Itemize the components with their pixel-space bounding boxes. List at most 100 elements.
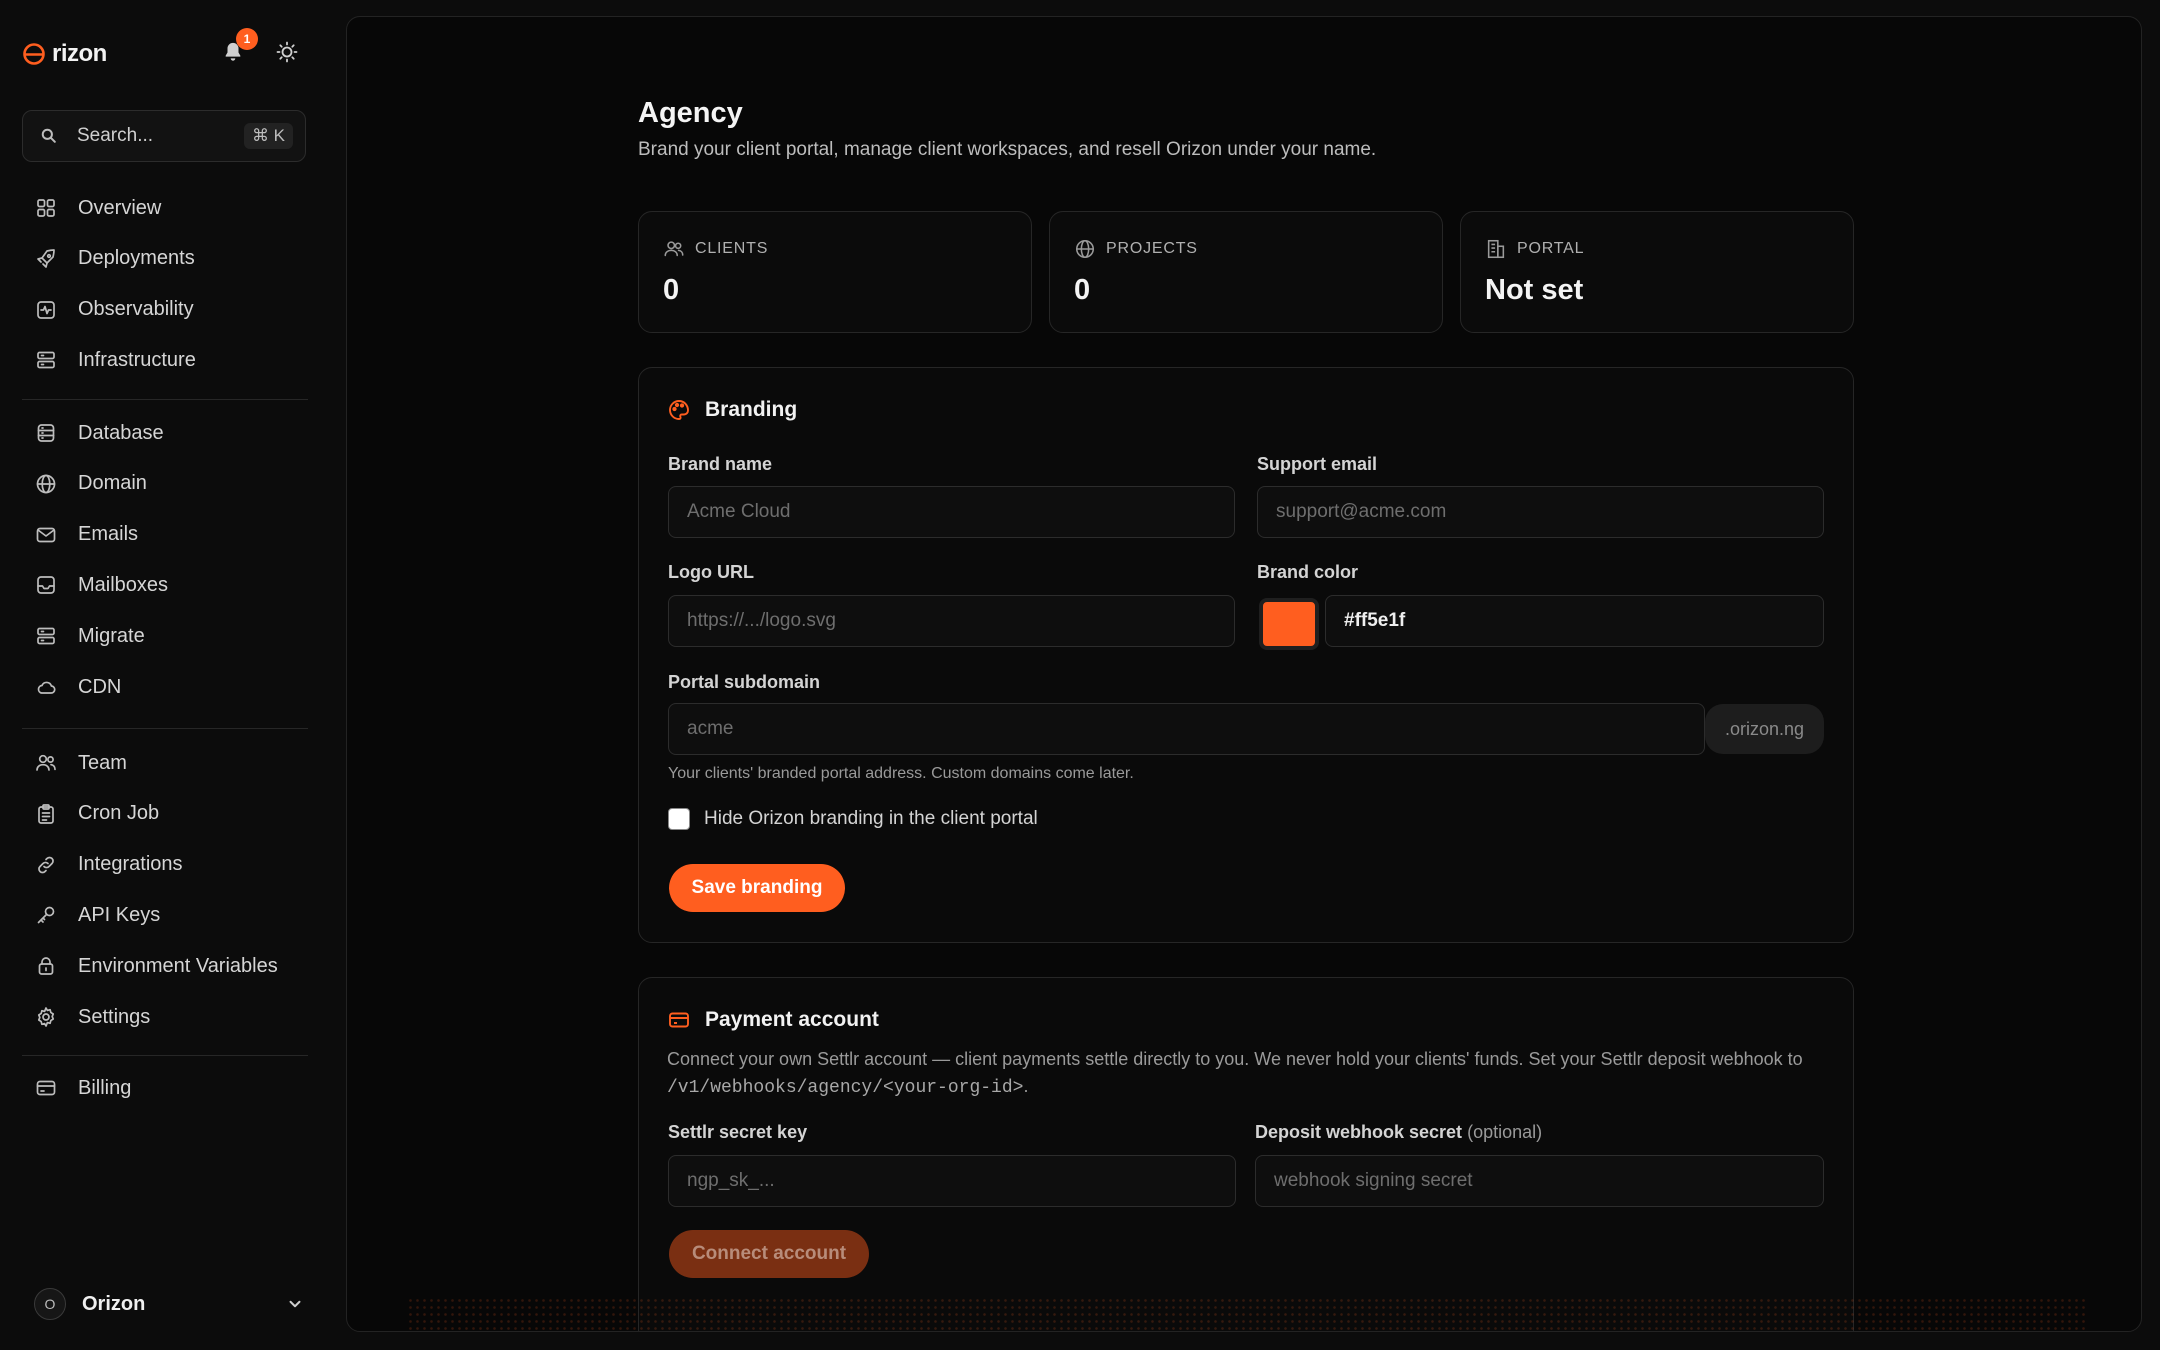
notification-badge: 1 (236, 28, 258, 50)
sidebar-item-deployments[interactable]: Deployments (22, 237, 308, 281)
sidebar-item-label: Cron Job (78, 802, 160, 825)
search-icon (41, 128, 56, 143)
sidebar-divider (22, 728, 308, 729)
sidebar-item-billing[interactable]: Billing (22, 1066, 308, 1110)
payment-description: Connect your own Settlr account — client… (667, 1046, 1827, 1102)
sidebar-item-domain[interactable]: Domain (22, 462, 308, 506)
sidebar-item-database[interactable]: Database (22, 411, 308, 455)
globe-icon (1075, 239, 1095, 259)
hide-branding-row[interactable]: Hide Orizon branding in the client porta… (668, 808, 1038, 830)
activity-icon (37, 300, 55, 319)
mail-icon (36, 527, 56, 542)
branding-title: Branding (667, 398, 797, 422)
secret-key-input[interactable] (668, 1155, 1236, 1207)
payment-title-text: Payment account (705, 1008, 879, 1031)
connect-account-button[interactable]: Connect account (669, 1230, 869, 1278)
hide-branding-label: Hide Orizon branding in the client porta… (704, 808, 1038, 829)
app-name: rizon (52, 40, 107, 67)
support-email-input[interactable] (1257, 486, 1824, 538)
credit-card-icon (36, 1080, 56, 1096)
sidebar: rizon 1 Search... ⌘ K Overview Deployment… (0, 0, 330, 1350)
page-title: Agency (638, 97, 743, 129)
logo-url-input[interactable] (668, 595, 1235, 647)
orizon-logo-icon (23, 43, 45, 65)
sidebar-item-label: Billing (78, 1076, 132, 1099)
stat-card-portal: PORTAL Not set (1460, 211, 1854, 333)
sidebar-item-environment-variables[interactable]: Environment Variables (22, 944, 308, 988)
sidebar-item-integrations[interactable]: Integrations (22, 843, 308, 887)
lock-icon (38, 957, 54, 976)
payment-desc-text: Connect your own Settlr account — client… (667, 1049, 1803, 1069)
brand-color-input[interactable] (1325, 595, 1824, 647)
sidebar-item-label: CDN (78, 675, 122, 698)
sidebar-item-settings[interactable]: Settings (22, 995, 308, 1039)
sidebar-item-label: Team (78, 751, 127, 774)
org-name: Orizon (82, 1292, 146, 1315)
search-box[interactable]: Search... ⌘ K (22, 110, 306, 162)
stat-label: PROJECTS (1074, 238, 1198, 260)
brand-name-input[interactable] (668, 486, 1235, 538)
users-icon (36, 754, 56, 771)
stat-label: PORTAL (1485, 238, 1584, 260)
inbox-icon (37, 576, 55, 595)
stat-value: 0 (663, 274, 680, 306)
subdomain-help-text: Your clients' branded portal address. Cu… (668, 765, 1134, 782)
sidebar-item-label: Overview (78, 196, 162, 219)
grid-icon (37, 199, 55, 217)
stat-label: CLIENTS (663, 238, 768, 260)
sidebar-item-team[interactable]: Team (22, 741, 308, 785)
app-logo[interactable]: rizon (22, 38, 107, 70)
brand-name-label: Brand name (668, 454, 773, 474)
stat-label-text: PROJECTS (1106, 240, 1198, 257)
main-panel: Agency Brand your client portal, manage … (346, 16, 2142, 1332)
brand-color-swatch[interactable] (1259, 598, 1319, 650)
support-email-label: Support email (1257, 454, 1378, 474)
gear-icon (37, 1007, 55, 1027)
stat-card-projects: PROJECTS 0 (1049, 211, 1443, 333)
save-branding-button[interactable]: Save branding (669, 864, 845, 912)
credit-card-icon (669, 1012, 689, 1028)
sidebar-item-cdn[interactable]: CDN (22, 665, 308, 709)
sidebar-item-label: Migrate (78, 624, 145, 647)
sidebar-item-label: Observability (78, 298, 194, 321)
sidebar-item-api-keys[interactable]: API Keys (22, 893, 308, 937)
sidebar-item-label: Settings (78, 1005, 151, 1028)
portal-subdomain-input[interactable] (668, 703, 1705, 755)
portal-subdomain-label: Portal subdomain (668, 672, 821, 692)
stat-label-text: PORTAL (1517, 240, 1585, 257)
sidebar-item-label: API Keys (78, 903, 161, 926)
webhook-label-text: Deposit webhook secret (1255, 1122, 1463, 1142)
sidebar-item-label: Mailboxes (78, 573, 169, 596)
hide-branding-checkbox[interactable] (668, 808, 690, 830)
sidebar-item-label: Database (78, 421, 164, 444)
key-icon (37, 907, 55, 924)
rocket-icon (37, 248, 55, 268)
clipboard-icon (38, 803, 54, 824)
subdomain-suffix: .orizon.ng (1705, 704, 1824, 754)
search-shortcut: ⌘ K (243, 123, 293, 149)
sidebar-item-label: Deployments (78, 247, 195, 270)
branding-card: Branding Brand name Support email Logo U… (638, 367, 1854, 943)
sidebar-item-emails[interactable]: Emails (22, 513, 308, 557)
payment-account-card: Payment account Connect your own Settlr … (638, 977, 1854, 1331)
sidebar-item-label: Emails (78, 523, 139, 546)
sidebar-item-migrate[interactable]: Migrate (22, 614, 308, 658)
org-switcher[interactable]: O Orizon (34, 1288, 304, 1320)
payment-title: Payment account (667, 1008, 879, 1032)
sidebar-item-mailboxes[interactable]: Mailboxes (22, 563, 308, 607)
sidebar-item-cron-job[interactable]: Cron Job (22, 792, 308, 836)
webhook-secret-label: Deposit webhook secret (optional) (1255, 1122, 1542, 1143)
building-icon (1487, 239, 1505, 259)
stat-value: 0 (1074, 274, 1091, 306)
webhook-secret-input[interactable] (1255, 1155, 1824, 1207)
sidebar-item-observability[interactable]: Observability (22, 288, 308, 332)
chevron-down-icon (289, 1300, 301, 1308)
link-icon (38, 856, 54, 873)
sidebar-item-infrastructure[interactable]: Infrastructure (22, 338, 308, 382)
secret-key-label: Settlr secret key (668, 1122, 808, 1142)
sidebar-item-overview[interactable]: Overview (22, 186, 308, 230)
theme-toggle-button[interactable] (275, 40, 301, 66)
server-icon (37, 352, 55, 369)
sidebar-divider (22, 1055, 308, 1056)
sidebar-divider (22, 399, 308, 400)
